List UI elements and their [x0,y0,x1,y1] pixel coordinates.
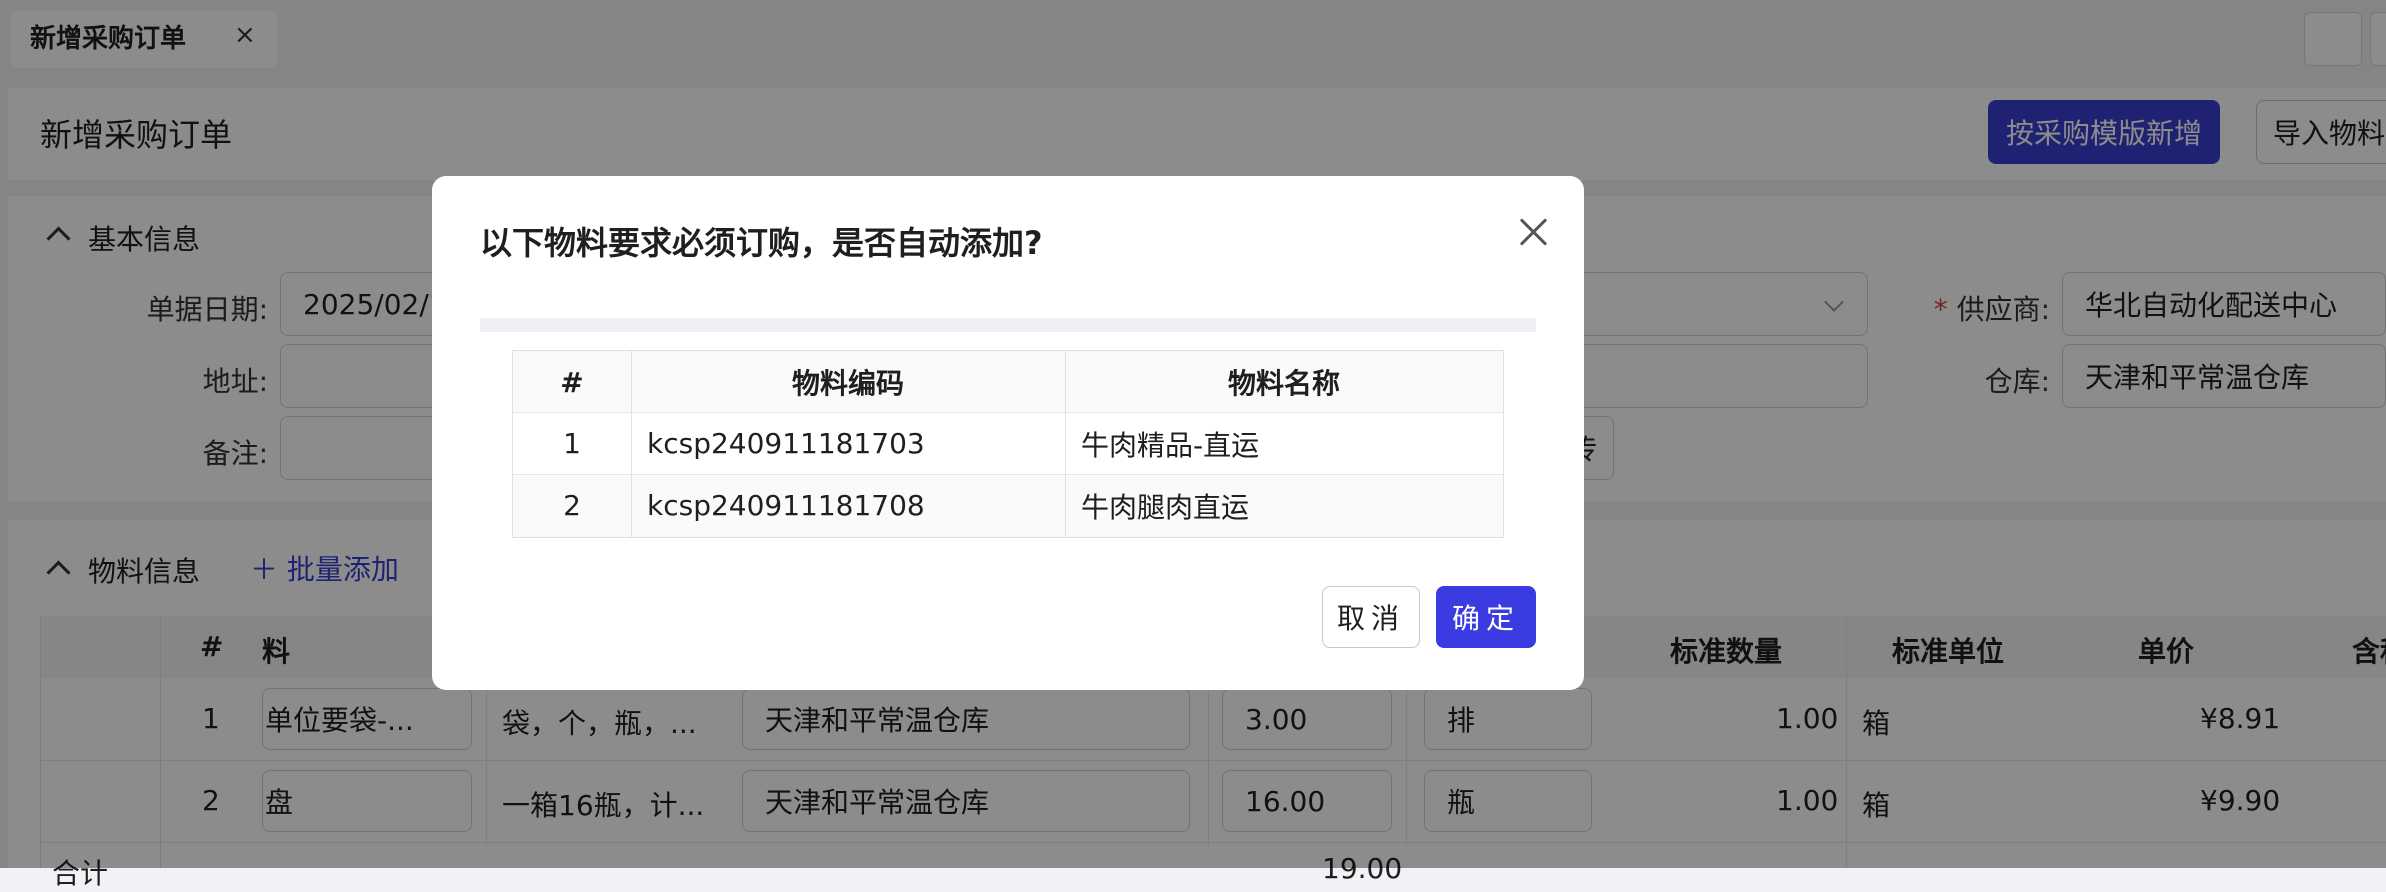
required-materials-table: # 物料编码 物料名称 1 kcsp240911181703 牛肉精品-直运 2… [512,350,1504,538]
dialog-title: 以下物料要求必须订购，是否自动添加? [480,224,1043,262]
material-code: kcsp240911181708 [647,489,925,522]
table-row: 1 kcsp240911181703 牛肉精品-直运 [513,413,1503,475]
confirm-button[interactable]: 确定 [1436,586,1536,648]
col-index: # [560,365,584,399]
cancel-button[interactable]: 取消 [1322,586,1420,648]
material-name: 牛肉腿肉直运 [1081,490,1250,524]
table-header-row: # 物料编码 物料名称 [513,351,1503,413]
row-index: 1 [563,427,581,460]
required-materials-dialog: 以下物料要求必须订购，是否自动添加? # 物料编码 物料名称 1 kcsp240… [432,176,1584,690]
divider [631,351,632,537]
material-code: kcsp240911181703 [647,427,925,460]
row-index: 2 [563,489,581,522]
material-name: 牛肉精品-直运 [1081,428,1260,462]
dialog-divider [480,318,1536,332]
col-material-name: 物料名称 [1227,367,1340,400]
close-icon[interactable] [1514,212,1554,252]
divider [1065,351,1066,537]
table-row: 2 kcsp240911181708 牛肉腿肉直运 [513,475,1503,537]
col-material-code: 物料编码 [791,367,904,400]
